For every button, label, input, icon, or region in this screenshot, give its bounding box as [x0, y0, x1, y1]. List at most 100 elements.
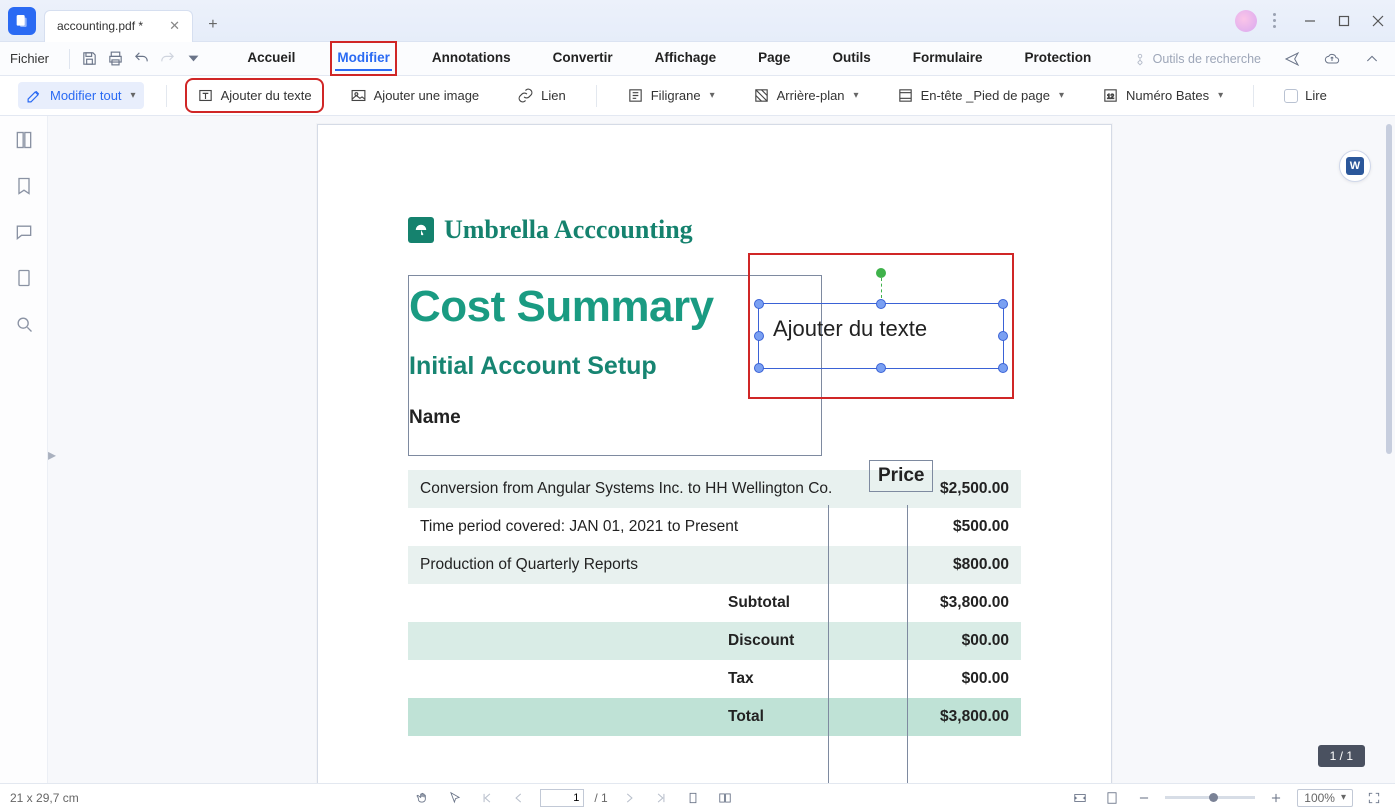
background-label: Arrière-plan [777, 88, 845, 103]
two-page-icon[interactable] [714, 787, 736, 809]
tab-form[interactable]: Formulaire [911, 46, 985, 71]
header-footer-button[interactable]: En-tête _Pied de page ▾ [889, 82, 1072, 109]
row-value: $800.00 [911, 546, 1021, 584]
maximize-button[interactable] [1327, 0, 1361, 41]
subtotal-value: $3,800.00 [911, 584, 1021, 622]
document-canvas: 1 / 1 W Umbrella Acccounting Cost Summar… [48, 116, 1395, 783]
comment-icon[interactable] [14, 222, 34, 242]
file-menu[interactable]: Fichier [10, 51, 49, 66]
search-tools-button[interactable]: Outils de recherche [1133, 52, 1261, 66]
undo-icon[interactable] [128, 46, 154, 72]
next-page-icon[interactable] [618, 787, 640, 809]
resize-handle-tl[interactable] [754, 299, 764, 309]
link-button[interactable]: Lien [509, 82, 574, 109]
collapse-ribbon-icon[interactable] [1359, 46, 1385, 72]
new-tab-button[interactable]: + [203, 15, 223, 35]
row-value: $500.00 [911, 508, 1021, 546]
last-page-icon[interactable] [650, 787, 672, 809]
zoom-value-dropdown[interactable]: 100% ▾ [1297, 789, 1353, 807]
vertical-scrollbar[interactable] [1386, 124, 1392, 454]
read-mode-toggle[interactable]: Lire [1276, 83, 1335, 108]
cost-table: Conversion from Angular Systems Inc. to … [408, 470, 1021, 736]
tab-edit[interactable]: Modifier [335, 46, 392, 71]
resize-handle-br[interactable] [998, 363, 1008, 373]
page-number-input[interactable] [540, 789, 584, 807]
edit-all-button[interactable]: Modifier tout ▾ [18, 82, 144, 109]
redo-icon[interactable] [154, 46, 180, 72]
tax-row: Tax$00.00 [408, 660, 1021, 698]
add-text-button[interactable]: Ajouter du texte [189, 82, 320, 109]
thumbnails-icon[interactable] [14, 130, 34, 150]
attachment-icon[interactable] [14, 268, 34, 288]
document-tab[interactable]: accounting.pdf * ✕ [44, 10, 193, 42]
tab-view[interactable]: Affichage [653, 46, 719, 71]
total-label: Total [408, 698, 911, 736]
watermark-label: Filigrane [651, 88, 701, 103]
tab-protection[interactable]: Protection [1023, 46, 1094, 71]
resize-handle-tc[interactable] [876, 299, 886, 309]
resize-handle-tr[interactable] [998, 299, 1008, 309]
export-word-icon[interactable]: W [1339, 150, 1371, 182]
discount-row: Discount$00.00 [408, 622, 1021, 660]
watermark-button[interactable]: Filigrane ▾ [619, 82, 723, 109]
zoom-in-icon[interactable] [1265, 787, 1287, 809]
column-price-header: Price [878, 465, 924, 486]
cloud-upload-icon[interactable] [1319, 46, 1345, 72]
text-edit-frame[interactable]: Ajouter du texte [758, 303, 1004, 369]
close-tab-icon[interactable]: ✕ [169, 18, 180, 34]
pdf-page[interactable]: W Umbrella Acccounting Cost Summary Init… [317, 124, 1112, 783]
prev-page-icon[interactable] [508, 787, 530, 809]
tab-home[interactable]: Accueil [245, 46, 297, 71]
fullscreen-icon[interactable] [1363, 787, 1385, 809]
fit-width-icon[interactable] [1069, 787, 1091, 809]
resize-handle-ml[interactable] [754, 331, 764, 341]
chevron-down-icon: ▾ [710, 90, 715, 101]
zoom-out-icon[interactable] [1133, 787, 1155, 809]
discount-value: $00.00 [911, 622, 1021, 660]
send-icon[interactable] [1279, 46, 1305, 72]
brand-name: Umbrella Acccounting [444, 215, 693, 245]
save-icon[interactable] [76, 46, 102, 72]
background-button[interactable]: Arrière-plan ▾ [745, 82, 867, 109]
discount-label: Discount [408, 622, 911, 660]
price-header-box[interactable]: Price [869, 460, 933, 492]
page-dimensions: 21 x 29,7 cm [10, 791, 79, 805]
chevron-down-icon: ▾ [1218, 90, 1223, 101]
chevron-down-icon: ▾ [854, 90, 859, 101]
edit-ribbon: Modifier tout ▾ Ajouter du texte Ajouter… [0, 76, 1395, 116]
chevron-down-icon: ▾ [1341, 792, 1346, 803]
add-image-button[interactable]: Ajouter une image [342, 82, 488, 109]
search-icon[interactable] [14, 314, 34, 334]
status-bar: 21 x 29,7 cm / 1 100%▾ [0, 783, 1395, 811]
chevron-down-icon: ▾ [131, 90, 136, 101]
hand-tool-icon[interactable] [412, 787, 434, 809]
bates-number-button[interactable]: 12 Numéro Bates ▾ [1094, 82, 1231, 109]
zoom-slider[interactable] [1165, 796, 1255, 799]
user-avatar[interactable] [1235, 10, 1257, 32]
quick-dropdown-icon[interactable] [180, 46, 206, 72]
bookmark-icon[interactable] [14, 176, 34, 196]
resize-handle-bc[interactable] [876, 363, 886, 373]
resize-handle-bl[interactable] [754, 363, 764, 373]
select-tool-icon[interactable] [444, 787, 466, 809]
text-box-content[interactable]: Ajouter du texte [773, 316, 927, 342]
minimize-button[interactable] [1293, 0, 1327, 41]
zoom-slider-knob[interactable] [1209, 793, 1218, 802]
read-label: Lire [1305, 88, 1327, 103]
tab-convert[interactable]: Convertir [551, 46, 615, 71]
tab-annotations[interactable]: Annotations [430, 46, 513, 71]
more-icon[interactable] [1265, 13, 1283, 28]
fit-page-icon[interactable] [1101, 787, 1123, 809]
tab-tools[interactable]: Outils [830, 46, 872, 71]
zoom-value: 100% [1304, 791, 1335, 805]
resize-handle-mr[interactable] [998, 331, 1008, 341]
chevron-down-icon: ▾ [1059, 90, 1064, 101]
close-window-button[interactable] [1361, 0, 1395, 41]
first-page-icon[interactable] [476, 787, 498, 809]
rotate-handle[interactable] [876, 268, 886, 278]
divider [1253, 85, 1254, 107]
print-icon[interactable] [102, 46, 128, 72]
tab-page[interactable]: Page [756, 46, 792, 71]
single-page-icon[interactable] [682, 787, 704, 809]
menu-bar: Fichier Accueil Modifier Annotations Con… [0, 42, 1395, 76]
